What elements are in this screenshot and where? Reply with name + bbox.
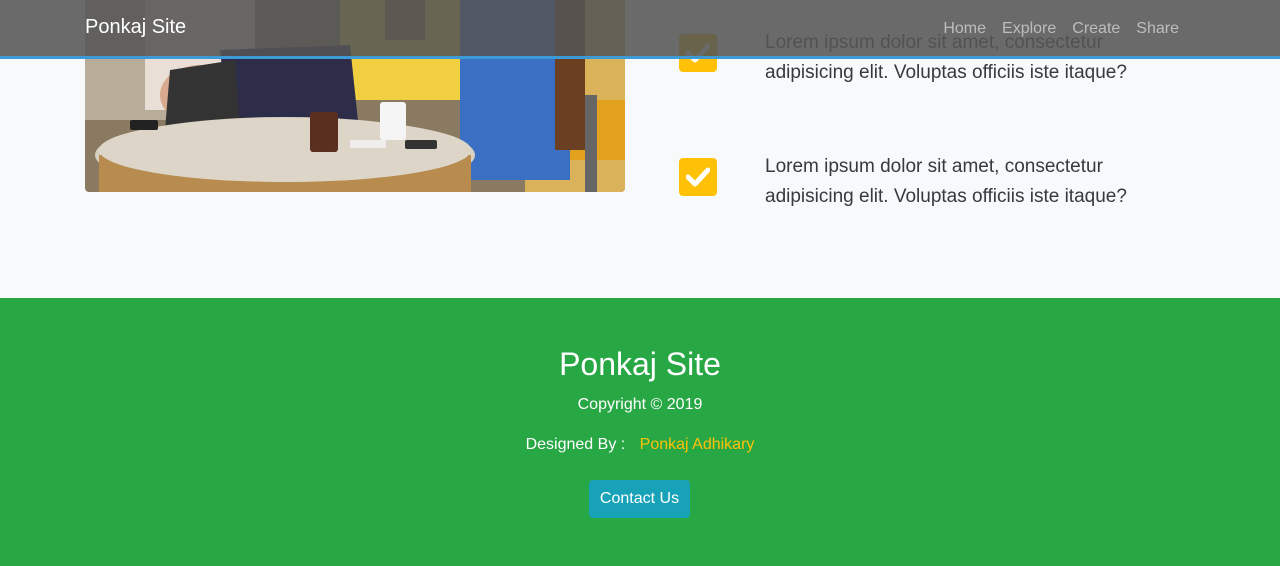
designer-link[interactable]: Ponkaj Adhikary [640,436,755,453]
nav-create[interactable]: Create [1064,20,1128,38]
check-icon [679,158,717,196]
contact-us-button[interactable]: Contact Us [589,480,690,518]
footer-title: Ponkaj Site [559,346,721,382]
top-navbar: Ponkaj Site Home Explore Create Share [0,0,1280,59]
feature-text: Lorem ipsum dolor sit amet, consectetur … [765,156,1127,207]
feature-item: Lorem ipsum dolor sit amet, consectetur … [679,152,1199,222]
copyright-text: Copyright © 2019 [577,396,703,413]
designed-by-label: Designed By : [525,436,626,453]
brand-link[interactable]: Ponkaj Site [85,16,186,39]
nav-home[interactable]: Home [935,20,994,38]
site-footer: Ponkaj Site Copyright © 2019 Designed By… [0,298,1280,566]
nav-explore[interactable]: Explore [994,20,1064,38]
nav-share[interactable]: Share [1128,20,1187,38]
nav-links: Home Explore Create Share [935,20,1187,38]
designed-by: Designed By : Ponkaj Adhikary [0,436,1280,454]
